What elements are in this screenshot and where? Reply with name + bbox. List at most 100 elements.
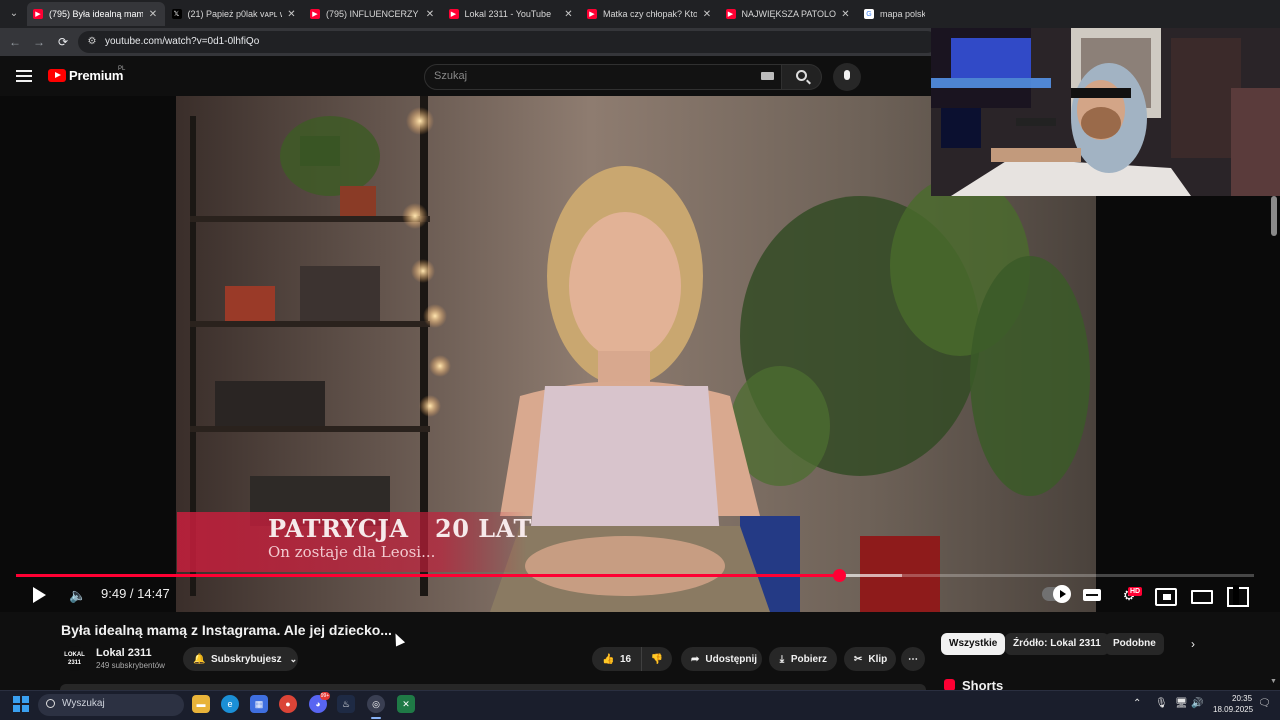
more-actions-button[interactable]: ⋯ [901, 647, 925, 671]
overlay-name: PATRYCJA 20 LAT [268, 514, 532, 543]
chip-source[interactable]: Źródło: Lokal 2311 [1005, 633, 1109, 655]
volume-icon[interactable]: 🔈 [68, 585, 88, 605]
browser-tab-title: (21) Papież p0lak ᴠᴀᴘʟ w [187, 9, 282, 19]
hd-badge: HD [1128, 587, 1143, 596]
browser-tab-title: (795) INFLUENCERZY OF! [326, 9, 420, 19]
dislike-button[interactable]: 👎 [642, 654, 672, 665]
browser-tab-title: Matka czy chłopak? Kto n [603, 9, 697, 19]
browser-tab[interactable]: ▶ Matka czy chłopak? Kto n ✕ [581, 2, 719, 26]
clip-button[interactable]: ✂ Klip [844, 647, 896, 671]
x-icon: 𝕏 [171, 9, 182, 19]
store-icon[interactable]: ▦ [250, 695, 268, 713]
chrome-icon[interactable]: ● [279, 695, 297, 713]
mouse-cursor-icon [390, 631, 406, 647]
subscribe-label: Subskrybujesz [211, 653, 282, 665]
webcam-overlay [931, 28, 1280, 196]
reload-icon[interactable]: ⟳ [55, 34, 71, 50]
chevron-right-icon[interactable]: › [1185, 636, 1201, 652]
share-button[interactable]: ➦ Udostępnij [681, 647, 762, 671]
scroll-down-arrow-icon[interactable]: ▼ [1270, 678, 1277, 685]
miniplayer-icon[interactable] [1153, 585, 1177, 606]
browser-tab-title: mapa polski - S [880, 9, 925, 19]
like-button[interactable]: 👍 16 [592, 647, 642, 671]
brand-label[interactable]: Premium [69, 68, 123, 83]
network-icon[interactable]: 🖥 [1175, 697, 1188, 711]
tab-search-chevron-icon[interactable]: ⌄ [4, 4, 24, 24]
autoplay-play-icon[interactable] [1053, 585, 1071, 603]
browser-tab[interactable]: ▶ NAJWIĘKSZA PATOLOGIA ✕ [720, 2, 858, 26]
clock-date[interactable]: 18.09.2025 [1213, 705, 1253, 714]
file-explorer-icon[interactable]: ▬ [192, 695, 210, 713]
youtube-icon: ▶ [310, 9, 320, 19]
tray-microphone-icon[interactable]: 🎙 [1155, 697, 1168, 711]
thumbs-up-icon: 👍 [602, 653, 615, 665]
keyboard-icon[interactable] [761, 72, 774, 80]
more-dots-icon: ⋯ [908, 653, 918, 665]
speaker-icon[interactable]: 🔊 [1191, 697, 1203, 711]
close-tab-icon[interactable]: ✕ [286, 9, 298, 20]
taskbar-search-box[interactable] [38, 694, 184, 716]
notifications-icon[interactable]: 🗨 [1258, 697, 1271, 711]
progress-scrubber-handle[interactable] [833, 569, 847, 582]
browser-tab-title: NAJWIĘKSZA PATOLOGIA [741, 9, 836, 19]
google-icon: G [864, 9, 874, 19]
browser-tab-title: (795) Była idealną mamą [49, 9, 143, 19]
site-info-icon[interactable]: ⚙ [86, 36, 98, 48]
forward-arrow-icon[interactable]: → [31, 34, 47, 50]
taskbar-search-icon [46, 699, 55, 708]
play-icon[interactable] [28, 584, 50, 606]
like-dislike-group: 👍 16 👎 [592, 647, 672, 671]
scissors-icon: ✂ [854, 653, 863, 665]
close-tab-icon[interactable]: ✕ [147, 9, 159, 20]
browser-tab[interactable]: ▶ (795) INFLUENCERZY OF! ✕ [304, 2, 442, 26]
discord-badge: 99+ [320, 692, 330, 700]
channel-name[interactable]: Lokal 2311 [96, 647, 152, 659]
browser-tab-title: Lokal 2311 - YouTube [464, 9, 552, 19]
download-button[interactable]: ⤓ Pobierz [769, 647, 837, 671]
like-count: 16 [620, 653, 632, 665]
theater-mode-icon[interactable] [1189, 585, 1213, 605]
youtube-icon: ▶ [33, 9, 43, 19]
close-tab-icon[interactable]: ✕ [563, 9, 575, 20]
browser-tab[interactable]: ▶ Lokal 2311 - YouTube ✕ [443, 2, 581, 26]
windows-start-icon[interactable] [13, 696, 29, 712]
youtube-icon: ▶ [725, 9, 736, 19]
share-label: Udostępnij [705, 653, 758, 665]
clip-label: Klip [868, 653, 888, 665]
edge-icon[interactable]: e [221, 695, 239, 713]
chip-related[interactable]: Podobne [1105, 633, 1164, 655]
clock-time[interactable]: 20:35 [1232, 694, 1252, 703]
terminal-icon[interactable]: ✕ [397, 695, 415, 713]
browser-tab[interactable]: ▶ (795) Była idealną mamą ✕ [27, 2, 165, 26]
bell-icon: 🔔 [193, 653, 206, 665]
url-text[interactable]: youtube.com/watch?v=0d1-0lhfiQo [105, 36, 259, 47]
video-title: Była idealną mamą z Instagrama. Ale jej … [61, 622, 392, 638]
channel-avatar[interactable]: LOKAL 2311 [62, 646, 87, 671]
chip-all[interactable]: Wszystkie [941, 633, 1006, 655]
obs-icon[interactable]: ◎ [367, 695, 385, 713]
page-scrollbar[interactable] [1271, 196, 1277, 236]
tray-overflow-chevron-icon[interactable]: ⌃ [1133, 697, 1141, 711]
subtitles-icon[interactable] [1081, 585, 1103, 605]
microphone-icon[interactable] [844, 70, 850, 80]
time-display: 9:49 / 14:47 [101, 586, 170, 601]
youtube-logo-icon[interactable] [48, 69, 66, 82]
search-icon[interactable] [796, 70, 807, 81]
taskbar-search-label: Wyszukaj [62, 698, 105, 709]
steam-icon[interactable]: ♨ [337, 695, 355, 713]
thumbs-down-icon: 👎 [650, 653, 664, 665]
browser-tab[interactable]: 𝕏 (21) Papież p0lak ᴠᴀᴘʟ w ✕ [166, 2, 304, 26]
search-input[interactable] [424, 64, 782, 90]
subscribe-button[interactable]: 🔔 Subskrybujesz ⌄ [183, 647, 298, 671]
back-arrow-icon[interactable]: ← [7, 34, 23, 50]
overlay-subtitle: On zostaje dla Leosi... [268, 543, 436, 561]
youtube-icon: ▶ [448, 9, 459, 19]
progress-played [16, 574, 840, 577]
close-tab-icon[interactable]: ✕ [840, 9, 852, 20]
region-code: PL [118, 66, 126, 72]
close-tab-icon[interactable]: ✕ [424, 9, 436, 20]
close-tab-icon[interactable]: ✕ [701, 9, 713, 20]
menu-icon[interactable] [16, 70, 32, 82]
fullscreen-icon[interactable] [1225, 585, 1249, 607]
browser-tab[interactable]: Gmapa polski - S [858, 2, 931, 26]
